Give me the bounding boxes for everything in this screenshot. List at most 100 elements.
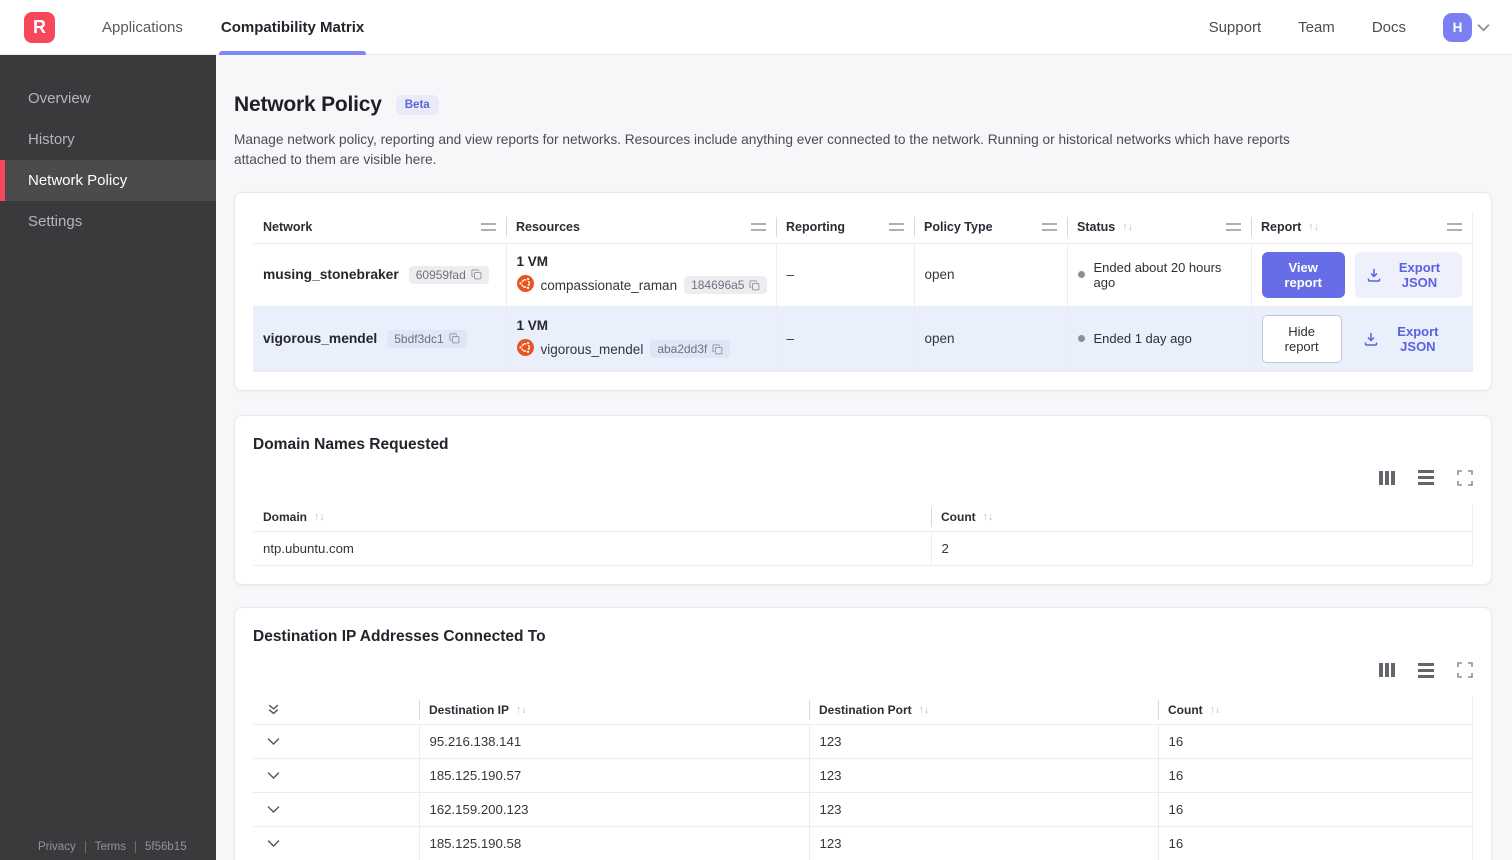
destination-port-value: 123 [808, 723, 1158, 758]
status-text: Ended 1 day ago [1093, 331, 1192, 346]
columns-icon[interactable] [1379, 470, 1395, 485]
drag-handle-icon[interactable] [481, 222, 496, 231]
drag-handle-icon[interactable] [1042, 222, 1057, 231]
copy-icon[interactable] [449, 333, 460, 344]
terms-link[interactable]: Terms [95, 841, 126, 853]
sidebar: Overview History Network Policy Settings… [0, 55, 216, 860]
main-content: Network Policy Beta Manage network polic… [216, 55, 1512, 860]
drag-handle-icon[interactable] [751, 222, 766, 231]
destinations-header-row: Destination IP ↑↓ Destination Port ↑↓ Co… [253, 696, 1473, 724]
sort-icon[interactable]: ↑↓ [1308, 221, 1319, 233]
domain-value: ntp.ubuntu.com [253, 531, 931, 566]
destination-ips-card: Destination IP Addresses Connected To De… [234, 607, 1492, 860]
column-header-report[interactable]: Report ↑↓ [1251, 211, 1473, 243]
destination-row: 185.125.190.58 123 16 [253, 825, 1473, 860]
export-json-button[interactable]: Export JSON [1354, 251, 1462, 298]
destination-ip-value: 95.216.138.141 [418, 723, 809, 758]
double-chevron-down-icon[interactable] [263, 703, 280, 716]
destination-port-value: 123 [808, 825, 1158, 860]
sort-icon[interactable]: ↑↓ [314, 511, 325, 523]
column-header-network[interactable]: Network [253, 211, 506, 243]
copy-icon[interactable] [749, 279, 760, 291]
link-team[interactable]: Team [1298, 19, 1335, 36]
link-docs[interactable]: Docs [1372, 19, 1406, 36]
drag-handle-icon[interactable] [1447, 222, 1462, 231]
count-value: 16 [1157, 825, 1473, 860]
sidebar-item-history[interactable]: History [0, 119, 216, 160]
domains-card-title: Domain Names Requested [253, 435, 449, 453]
columns-icon[interactable] [1379, 663, 1395, 677]
sort-icon[interactable]: ↑↓ [1210, 704, 1221, 716]
chevron-down-icon[interactable] [263, 737, 409, 746]
fullscreen-icon[interactable] [1457, 662, 1473, 678]
divider [84, 841, 86, 853]
copy-icon[interactable] [471, 269, 482, 280]
column-header-reporting[interactable]: Reporting [776, 211, 914, 243]
ubuntu-icon [516, 275, 534, 295]
sort-icon[interactable]: ↑↓ [1122, 221, 1133, 233]
avatar[interactable]: H [1443, 12, 1472, 42]
chevron-down-icon[interactable] [263, 839, 409, 848]
top-navigation-bar: R Applications Compatibility Matrix Supp… [0, 0, 1512, 55]
destination-ip-value: 162.159.200.123 [418, 791, 809, 826]
hide-report-button[interactable]: Hide report [1261, 314, 1342, 363]
tab-applications[interactable]: Applications [102, 0, 183, 55]
column-header-destination-port[interactable]: Destination Port ↑↓ [809, 696, 1158, 724]
destination-row: 162.159.200.123 123 16 [253, 791, 1473, 826]
sort-icon[interactable]: ↑↓ [516, 704, 527, 716]
privacy-link[interactable]: Privacy [38, 841, 76, 853]
count-value: 2 [930, 531, 1473, 566]
destination-port-value: 123 [808, 757, 1158, 792]
resource-name: vigorous_mendel [540, 341, 644, 357]
column-header-count[interactable]: Count ↑↓ [931, 504, 1473, 532]
column-header-status[interactable]: Status ↑↓ [1067, 211, 1251, 243]
drag-handle-icon[interactable] [889, 222, 904, 231]
status-dot [1077, 335, 1085, 342]
column-header-destination-ip[interactable]: Destination IP ↑↓ [419, 696, 809, 724]
drag-handle-icon[interactable] [1226, 222, 1241, 231]
destination-ip-value: 185.125.190.57 [418, 757, 809, 792]
policy-type-value: open [913, 305, 1067, 372]
network-row-vigorous-mendel: vigorous_mendel 5bdf3dc1 1 VM vigorous_m… [253, 305, 1473, 372]
app-logo[interactable]: R [24, 11, 55, 43]
table-toolbar [253, 661, 1473, 679]
top-tabs: Applications Compatibility Matrix [83, 0, 383, 55]
column-header-policy-type[interactable]: Policy Type [914, 211, 1067, 243]
fullscreen-icon[interactable] [1457, 469, 1473, 486]
network-id-chip[interactable]: 5bdf3dc1 [387, 329, 467, 348]
chevron-down-icon[interactable] [263, 805, 409, 814]
status-dot [1077, 271, 1085, 278]
reporting-value: – [775, 305, 914, 372]
download-icon [1367, 268, 1381, 282]
resource-id-chip[interactable]: aba2dd3f [650, 340, 731, 358]
vm-count: 1 VM [516, 254, 549, 269]
density-icon[interactable] [1418, 470, 1434, 485]
destination-port-value: 123 [808, 791, 1158, 826]
sidebar-item-network-policy[interactable]: Network Policy [0, 160, 216, 201]
chevron-down-icon[interactable] [263, 771, 409, 780]
view-report-button[interactable]: View report [1261, 251, 1345, 298]
column-header-domain[interactable]: Domain ↑↓ [253, 504, 931, 532]
sidebar-item-overview[interactable]: Overview [0, 78, 216, 119]
sort-icon[interactable]: ↑↓ [919, 704, 930, 716]
sort-icon[interactable]: ↑↓ [983, 511, 994, 523]
tab-compatibility-matrix[interactable]: Compatibility Matrix [218, 0, 367, 55]
networks-header-row: Network Resources Reporting Policy Type … [253, 211, 1473, 243]
count-value: 16 [1157, 757, 1473, 792]
resource-id-chip[interactable]: 184696a5 [684, 276, 768, 294]
export-json-button[interactable]: Export JSON [1352, 316, 1462, 362]
density-icon[interactable] [1418, 662, 1434, 678]
column-header-expand-all[interactable] [253, 696, 419, 724]
network-id-chip[interactable]: 60959fad [408, 265, 489, 284]
reporting-value: – [775, 242, 914, 306]
column-header-count[interactable]: Count ↑↓ [1158, 696, 1473, 724]
network-row-musing-stonebraker: musing_stonebraker 60959fad 1 VM compass… [253, 242, 1473, 306]
link-support[interactable]: Support [1209, 19, 1262, 36]
copy-icon[interactable] [712, 343, 723, 355]
destination-row: 185.125.190.57 123 16 [253, 757, 1473, 792]
networks-table: Network Resources Reporting Policy Type … [253, 211, 1473, 372]
beta-badge: Beta [395, 95, 439, 115]
column-header-resources[interactable]: Resources [506, 211, 776, 243]
sidebar-item-settings[interactable]: Settings [0, 201, 216, 242]
user-menu[interactable]: H [1443, 12, 1490, 42]
